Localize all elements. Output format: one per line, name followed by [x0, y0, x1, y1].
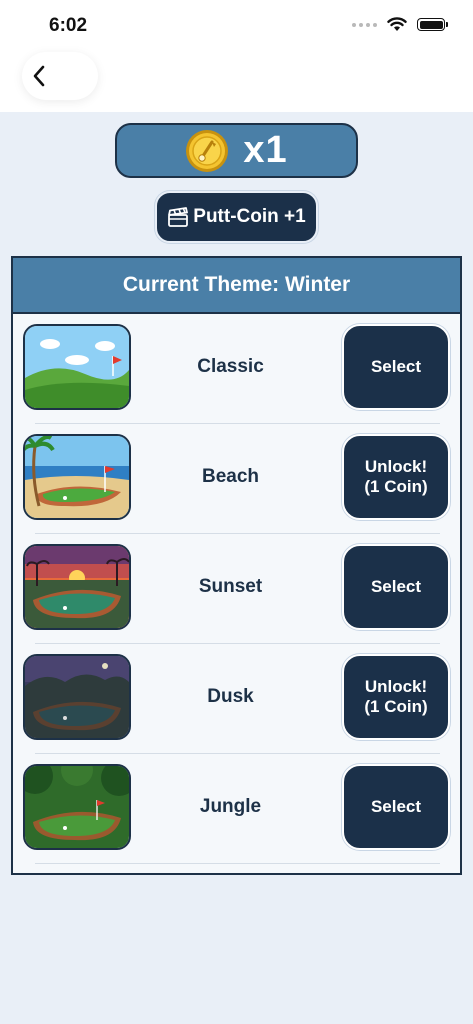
chevron-left-icon [33, 65, 45, 87]
earn-putt-coin-label: Putt-Coin +1 [193, 206, 306, 227]
theme-panel: Current Theme: Winter Classic Select Bea… [11, 256, 462, 875]
clapperboard-icon [168, 207, 189, 227]
theme-name-classic: Classic [197, 356, 264, 377]
back-button[interactable] [22, 52, 98, 100]
theme-name-dusk: Dusk [207, 686, 254, 707]
theme-name-sunset: Sunset [198, 576, 263, 597]
beach-theme-thumbnail [23, 434, 131, 520]
sunset-theme-thumbnail [23, 544, 131, 630]
current-theme-title: Current Theme: Winter [13, 258, 460, 314]
theme-row-beach: Beach Unlock! (1 Coin) [13, 424, 460, 534]
theme-row-dusk: Dusk Unlock! (1 Coin) [13, 644, 460, 754]
battery-icon [417, 18, 448, 31]
coin-balance-banner: x1 [115, 123, 358, 178]
nav-bar [0, 52, 473, 112]
theme-name-beach: Beach [201, 466, 260, 487]
classic-theme-thumbnail [23, 324, 131, 410]
earn-putt-coin-button[interactable]: Putt-Coin +1 [155, 191, 318, 243]
dusk-theme-thumbnail [23, 654, 131, 740]
wifi-icon [387, 17, 407, 31]
select-classic-button[interactable]: Select [342, 324, 450, 410]
unlock-beach-button[interactable]: Unlock! (1 Coin) [342, 434, 450, 520]
theme-name-jungle: Jungle [199, 796, 262, 817]
status-time: 6:02 [49, 15, 88, 36]
status-icons [352, 17, 448, 32]
jungle-theme-thumbnail [23, 764, 131, 850]
select-sunset-button[interactable]: Select [342, 544, 450, 630]
coin-count: x1 [243, 129, 288, 171]
signal-dots-icon [352, 22, 377, 27]
row-divider [35, 863, 440, 864]
theme-row-classic: Classic Select [13, 314, 460, 424]
golf-coin-icon [186, 129, 229, 172]
select-jungle-button[interactable]: Select [342, 764, 450, 850]
status-bar: 6:02 [0, 0, 473, 52]
theme-row-sunset: Sunset Select [13, 534, 460, 644]
theme-row-jungle: Jungle Select [13, 754, 460, 864]
unlock-dusk-button[interactable]: Unlock! (1 Coin) [342, 654, 450, 740]
